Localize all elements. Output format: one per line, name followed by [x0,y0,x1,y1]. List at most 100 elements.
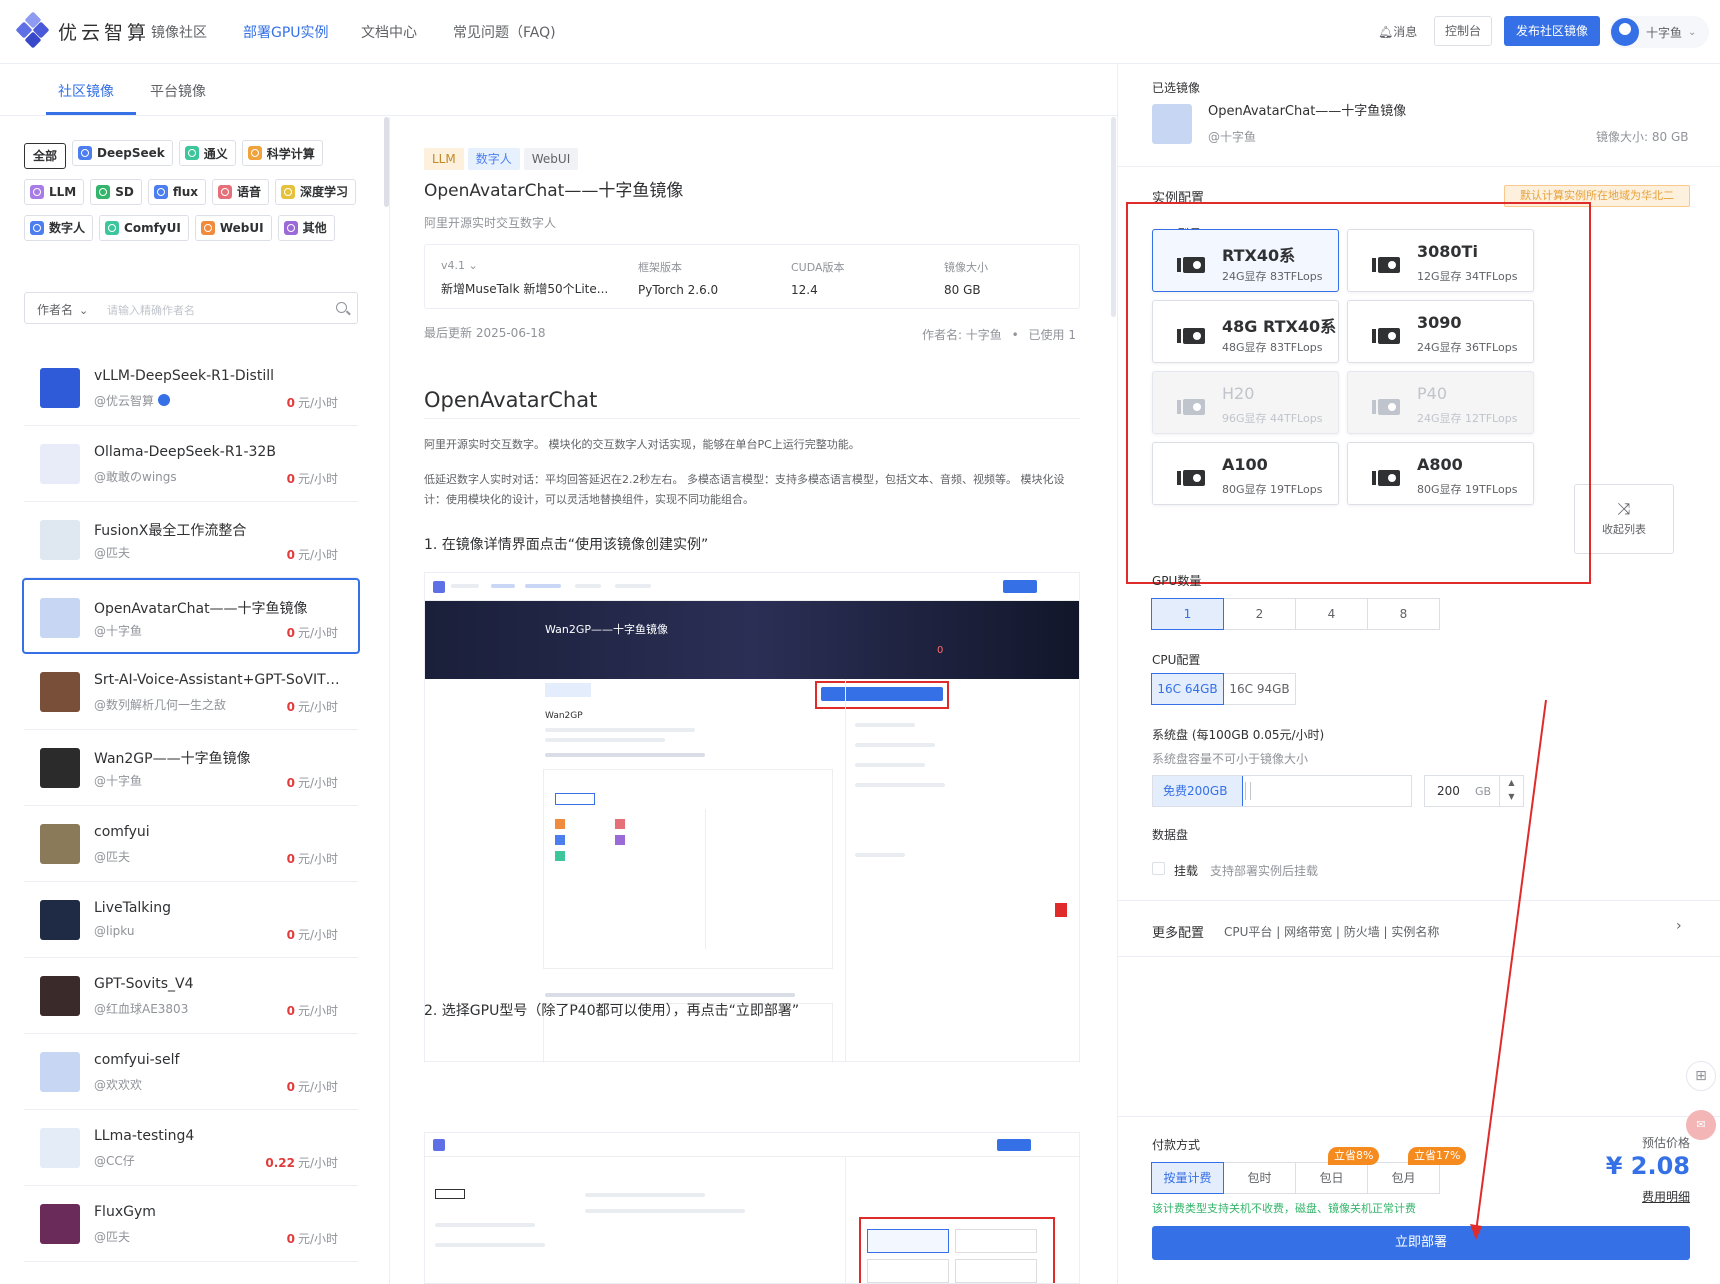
filter-chip[interactable]: 其他 [277,214,335,241]
filter-chip[interactable]: 科学计算 [241,140,323,166]
grid-icon[interactable]: ⊞ [1686,1061,1716,1091]
filter-chip[interactable]: 通义 [178,140,236,166]
filter-chip[interactable]: ComfyUI [99,214,189,241]
filter-chip[interactable]: LLM [24,178,85,205]
image-list-item[interactable]: vLLM-DeepSeek-R1-Distill @优云智算 0 元/小时 [24,350,358,426]
filter-chip-label: 语音 [237,185,262,199]
selected-image-name: OpenAvatarChat——十字鱼镜像 [1208,104,1407,119]
version-select[interactable]: v4.1 ⌄ 新增MuseTalk 新增50个Lite... [441,259,608,297]
user-menu[interactable]: 十字鱼 ⌄ [1609,16,1709,48]
gpu-count-option[interactable]: 4 [1295,598,1368,630]
tab-platform-images[interactable]: 平台镜像 [150,81,206,101]
image-author-name: @匹夫 [94,546,131,560]
stepper-arrows[interactable]: ▲ ▼ [1499,776,1523,806]
image-list-item[interactable]: Ollama-DeepSeek-R1-32B @敢敢のwings 0 元/小时 [24,426,358,502]
more-config-label[interactable]: 更多配置 [1152,922,1204,941]
filter-chip-label: SD [115,184,134,199]
gpu-count-option[interactable]: 2 [1223,598,1296,630]
nav-image-community[interactable]: 镜像社区 [151,22,207,42]
image-list-item[interactable]: FusionX最全工作流整合 @匹夫 0 元/小时 [24,502,358,578]
brand-logo[interactable]: 优云智算 [15,11,150,49]
gpu-count-option[interactable]: 1 [1151,598,1224,630]
messages-link[interactable]: 🔔︎消息 [1378,23,1417,40]
price-unit: 元/小时 [297,700,338,714]
filter-chip[interactable]: DeepSeek [72,140,173,166]
tab-community-images[interactable]: 社区镜像 [58,81,114,101]
tag-icon [200,220,215,235]
filter-chip[interactable]: 语音 [212,178,270,205]
detail-scrollbar[interactable] [1111,117,1116,317]
author-search[interactable]: 作者名 请输入精确作者名 [24,292,358,324]
filter-chip[interactable]: SD [90,178,142,205]
image-thumbnail [40,1204,80,1244]
cpu-option[interactable]: 16C 94GB [1223,673,1296,705]
image-author: @十字鱼 [94,622,142,639]
price-value: 0 [286,1080,295,1094]
slider-handle[interactable] [1245,782,1251,800]
search-icon[interactable] [336,302,347,313]
payment-option[interactable]: 按量计费 [1151,1162,1224,1194]
image-list-item[interactable]: OpenAvatarChat——十字鱼镜像 @十字鱼 0 元/小时 [22,578,360,654]
image-author: @优云智算 [94,392,171,409]
image-list-item[interactable]: LiveTalking @lipku 0 元/小时 [24,882,358,958]
image-list-item[interactable]: GPT-Sovits_V4 @红血球AE3803 0 元/小时 [24,958,358,1034]
image-price: 0 元/小时 [287,926,338,943]
filter-chip[interactable]: flux [147,178,207,205]
image-author-name: @数列解析几何一生之敌 [94,698,227,712]
image-list-item[interactable]: comfyui-self @欢欢欢 0 元/小时 [24,1034,358,1110]
payment-option[interactable]: 包月 [1367,1162,1440,1194]
nav-faq[interactable]: 常见问题（FAQ) [453,22,556,42]
price-unit: 元/小时 [297,928,338,942]
deploy-now-button[interactable]: 立即部署 [1152,1226,1690,1260]
fee-detail-link[interactable]: 费用明细 [1642,1188,1690,1205]
verified-icon [158,394,171,406]
image-list-item[interactable]: Srt-AI-Voice-Assistant+GPT-SoVITS... @数列解… [24,654,358,730]
chevron-right-icon[interactable]: › [1676,918,1682,934]
console-button[interactable]: 控制台 [1434,16,1492,46]
search-field-select[interactable]: 作者名 [37,301,88,318]
tag-icon [30,220,44,235]
image-list-item[interactable]: Wan2GP——十字鱼镜像 @十字鱼 0 元/小时 [24,730,358,806]
nav-deploy-gpu[interactable]: 部署GPU实例 [243,22,329,42]
system-disk-input[interactable]: 200 GB ▲ ▼ [1424,775,1524,807]
image-list-item[interactable]: FluxGym @匹夫 0 元/小时 [24,1186,358,1262]
price-unit: 元/小时 [297,852,338,866]
filter-chip-label: 深度学习 [300,185,349,199]
filter-chip[interactable]: 数字人 [24,214,94,241]
price-value: 0 [286,852,295,866]
price-value: 0 [286,472,295,486]
filter-chip[interactable]: 深度学习 [275,178,357,205]
filter-chip[interactable]: WebUI [194,214,272,241]
image-list-item[interactable]: comfyui @匹夫 0 元/小时 [24,806,358,882]
mount-checkbox[interactable] [1152,862,1165,875]
image-thumbnail [40,1052,80,1092]
filter-chip-label: 数字人 [49,221,86,235]
price-unit: 元/小时 [297,776,338,790]
active-tab-indicator [46,112,136,115]
image-title: vLLM-DeepSeek-R1-Distill [94,368,274,384]
filter-chip[interactable]: 全部 [24,142,67,169]
version-info-box: v4.1 ⌄ 新增MuseTalk 新增50个Lite... 框架版本 PyTo… [424,244,1080,309]
mount-label: 挂载 [1174,864,1199,878]
logo-cubes-icon [15,11,50,49]
tag-icon [218,184,233,199]
more-config-items[interactable]: CPU平台 | 网络带宽 | 防火墙 | 实例名称 [1224,923,1439,940]
image-title: Ollama-DeepSeek-R1-32B [94,444,276,460]
cpu-option[interactable]: 16C 64GB [1151,673,1224,705]
chat-assistant-icon[interactable]: ✉︎ [1686,1110,1716,1140]
shot1-title: Wan2GP——十字鱼镜像 [545,623,669,636]
price-unit: 元/小时 [297,1232,338,1246]
payment-option[interactable]: 包时 [1223,1162,1296,1194]
publish-image-button[interactable]: 发布社区镜像 [1504,16,1600,46]
gpu-count-option[interactable]: 8 [1367,598,1440,630]
payment-option[interactable]: 包日 [1295,1162,1368,1194]
price-value: 0 [286,1232,295,1246]
left-scrollbar[interactable] [384,117,389,207]
image-author: @匹夫 [94,848,130,865]
price-value: 0 [286,928,295,942]
system-disk-slider[interactable]: 免费200GB [1152,775,1412,807]
nav-docs[interactable]: 文档中心 [361,22,417,42]
search-input[interactable]: 请输入精确作者名 [107,302,195,318]
divider [1118,956,1720,957]
image-list-item[interactable]: LLma-testing4 @CC仔 0.22 元/小时 [24,1110,358,1186]
